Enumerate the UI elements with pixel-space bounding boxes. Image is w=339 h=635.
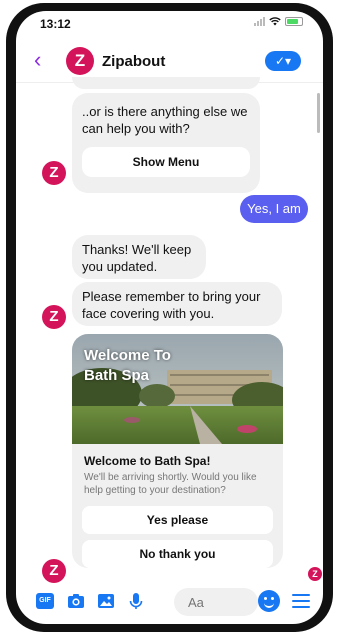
status-icons	[254, 17, 303, 26]
card-image-caption: Welcome To Bath Spa	[84, 347, 171, 384]
hamburger-menu-icon[interactable]	[292, 594, 310, 612]
status-bar: 13:12	[16, 11, 323, 37]
back-chevron-icon[interactable]: ‹	[34, 47, 41, 73]
emoji-icon[interactable]	[258, 590, 280, 612]
zipabout-avatar[interactable]: Z	[66, 47, 94, 75]
previous-message-tail	[72, 77, 260, 89]
phone-frame: 13:12 ‹ Z Zipabout ✓▾ ..or is there anyt…	[6, 3, 333, 632]
photo-icon[interactable]	[96, 591, 116, 611]
bot-avatar: Z	[42, 559, 66, 583]
message-input[interactable]	[174, 588, 258, 616]
message-composer: GIF	[16, 583, 323, 621]
welcome-card: Welcome To Bath Spa Welcome to Bath Spa!…	[72, 334, 283, 568]
screen: 13:12 ‹ Z Zipabout ✓▾ ..or is there anyt…	[16, 11, 323, 624]
bot-message-text: ..or is there anything else we can help …	[82, 104, 248, 136]
read-receipt-avatar: Z	[308, 567, 322, 581]
bot-message-bubble: Thanks! We'll keep you updated.	[72, 235, 206, 279]
bot-message-text: Please remember to bring your face cover…	[82, 289, 261, 321]
card-title: Welcome to Bath Spa!	[84, 454, 211, 468]
signal-icon	[254, 17, 265, 26]
camera-icon[interactable]	[66, 591, 86, 611]
scrollbar[interactable]	[317, 93, 320, 133]
bot-avatar: Z	[42, 305, 66, 329]
status-time: 13:12	[40, 17, 71, 31]
check-menu-button[interactable]: ✓▾	[265, 51, 301, 71]
yes-please-button[interactable]: Yes please	[82, 506, 273, 534]
battery-icon	[285, 17, 303, 26]
bot-message-bubble: ..or is there anything else we can help …	[72, 93, 260, 193]
wifi-icon	[269, 17, 281, 26]
bot-message-bubble: Please remember to bring your face cover…	[72, 282, 282, 326]
microphone-icon[interactable]	[126, 591, 146, 611]
bot-message-text: Thanks! We'll keep you updated.	[82, 242, 192, 274]
card-subtitle: We'll be arriving shortly. Would you lik…	[84, 472, 257, 496]
show-menu-button[interactable]: Show Menu	[82, 147, 250, 177]
conversation-title[interactable]: Zipabout	[102, 53, 165, 70]
no-thank-you-button[interactable]: No thank you	[82, 540, 273, 568]
bot-avatar: Z	[42, 161, 66, 185]
gif-icon[interactable]: GIF	[36, 593, 54, 609]
user-message-bubble: Yes, I am	[240, 195, 308, 223]
